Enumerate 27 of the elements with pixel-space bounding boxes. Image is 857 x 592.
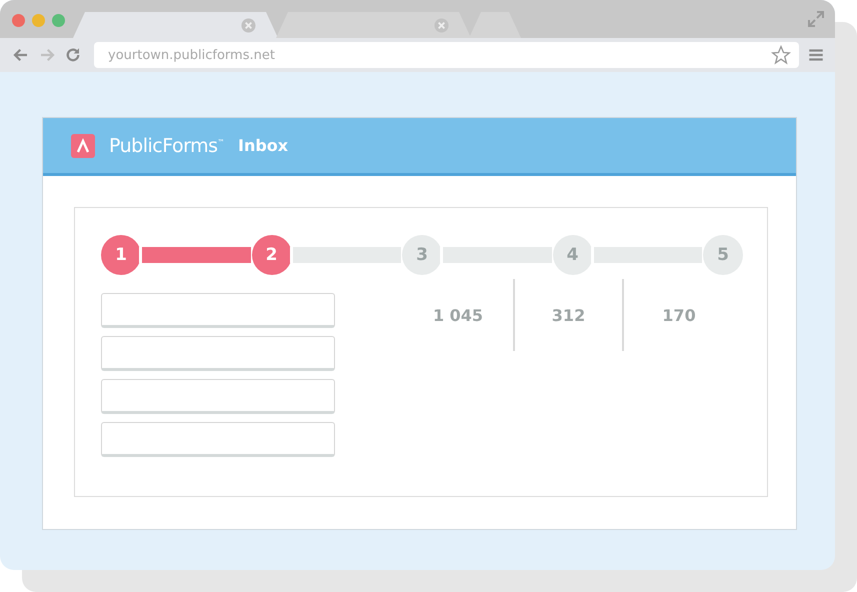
reload-icon[interactable]: [64, 46, 82, 64]
step-indicator[interactable]: 1: [101, 235, 141, 275]
back-icon[interactable]: [12, 46, 30, 64]
step-indicator[interactable]: 5: [703, 235, 743, 275]
step-indicator[interactable]: 4: [552, 235, 592, 275]
input-field[interactable]: [101, 336, 335, 371]
forward-icon[interactable]: [38, 46, 56, 64]
stat-value: 312: [552, 306, 586, 324]
close-icon[interactable]: [241, 18, 256, 32]
step-indicator[interactable]: 3: [402, 235, 442, 275]
maximize-window-button[interactable]: [52, 14, 65, 26]
input-field[interactable]: [101, 422, 335, 457]
close-window-button[interactable]: [12, 14, 25, 26]
stat-value: 1 045: [432, 306, 484, 324]
input-field[interactable]: [101, 293, 335, 328]
close-icon[interactable]: [434, 18, 449, 32]
logo-icon: [71, 134, 95, 158]
minimize-window-button[interactable]: [32, 14, 45, 26]
fullscreen-icon[interactable]: [807, 10, 825, 28]
step-indicator[interactable]: 2: [252, 235, 292, 275]
brand-name: PublicForms$^{™}$: [109, 134, 224, 156]
page-title: Inbox: [238, 136, 288, 155]
star-icon[interactable]: [771, 45, 791, 65]
address-bar[interactable]: yourtown.publicforms.net: [94, 42, 799, 68]
input-field[interactable]: [101, 379, 335, 414]
stat-value: 170: [662, 306, 696, 324]
url-text: yourtown.publicforms.net: [108, 48, 275, 62]
